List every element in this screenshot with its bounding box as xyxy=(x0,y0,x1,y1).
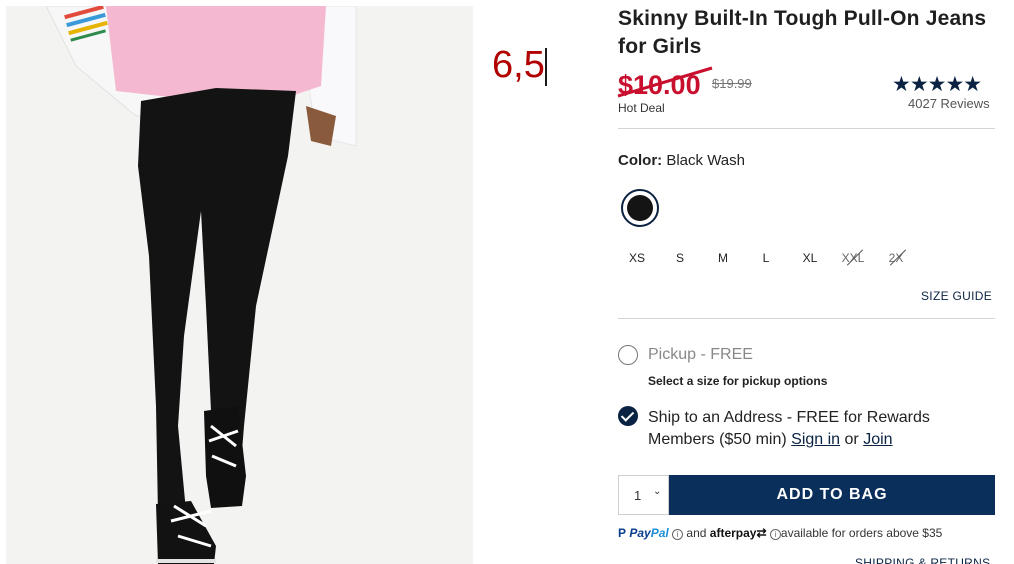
quantity-select[interactable]: 1 ⌄ xyxy=(618,475,669,515)
payment-options: P PayPal i and afterpay⇄ i available for … xyxy=(618,526,942,540)
color-value: Black Wash xyxy=(666,152,745,169)
rating-stars-icon[interactable]: ★★★★★ xyxy=(892,72,982,97)
info-icon[interactable]: i xyxy=(672,529,684,540)
product-image[interactable] xyxy=(6,6,473,564)
size-option[interactable]: M xyxy=(704,248,742,268)
size-option-unavailable[interactable]: XXL xyxy=(834,248,872,268)
size-option-unavailable[interactable]: 2X xyxy=(877,248,915,268)
payment-note: available for orders above $35 xyxy=(780,526,943,540)
annotation-text: 6,5 xyxy=(492,44,545,86)
paypal-logo[interactable]: P PayPal xyxy=(618,526,669,540)
afterpay-arrows-icon: ⇄ xyxy=(756,526,767,540)
color-swatch-black-wash[interactable] xyxy=(621,189,659,227)
join-link[interactable]: Join xyxy=(863,431,892,448)
color-row: Color: Black Wash xyxy=(618,152,745,169)
pickup-note: Select a size for pickup options xyxy=(648,374,828,388)
ship-option: Ship to an Address - FREE for Rewards Me… xyxy=(648,407,988,451)
product-title: Skinny Built-In Tough Pull-On Jeans for … xyxy=(618,7,987,58)
info-icon[interactable]: i xyxy=(769,529,781,540)
size-option[interactable]: S xyxy=(661,248,699,268)
divider xyxy=(618,128,995,129)
sign-in-link[interactable]: Sign in xyxy=(791,431,840,448)
and-text: and xyxy=(686,526,707,540)
product-photo-illustration xyxy=(45,6,357,564)
sale-price-strike-mark xyxy=(617,66,713,98)
divider xyxy=(618,318,995,319)
size-selector: XS S M L XL XXL 2X xyxy=(618,248,918,268)
ship-radio-checked[interactable] xyxy=(618,406,638,426)
paypal-p-icon: P xyxy=(618,526,627,540)
size-option[interactable]: L xyxy=(747,248,785,268)
afterpay-logo[interactable]: afterpay xyxy=(710,526,757,540)
quantity-value: 1 xyxy=(634,488,642,503)
size-guide-link[interactable]: SIZE GUIDE xyxy=(921,289,992,303)
chevron-down-icon: ⌄ xyxy=(653,486,662,497)
size-option[interactable]: XL xyxy=(791,248,829,268)
add-to-bag-button[interactable]: ADD TO BAG xyxy=(669,475,995,515)
or-text: or xyxy=(844,431,859,448)
pickup-radio[interactable] xyxy=(618,345,638,365)
regular-price: $19.99 xyxy=(712,76,752,91)
color-label: Color: xyxy=(618,152,663,169)
size-option[interactable]: XS xyxy=(618,248,656,268)
shipping-returns-link[interactable]: SHIPPING & RETURNS xyxy=(855,556,990,564)
text-caret xyxy=(545,48,547,86)
pickup-label[interactable]: Pickup - FREE xyxy=(648,346,753,364)
reviews-link[interactable]: 4027 Reviews xyxy=(908,96,990,111)
deal-badge: Hot Deal xyxy=(618,101,665,115)
